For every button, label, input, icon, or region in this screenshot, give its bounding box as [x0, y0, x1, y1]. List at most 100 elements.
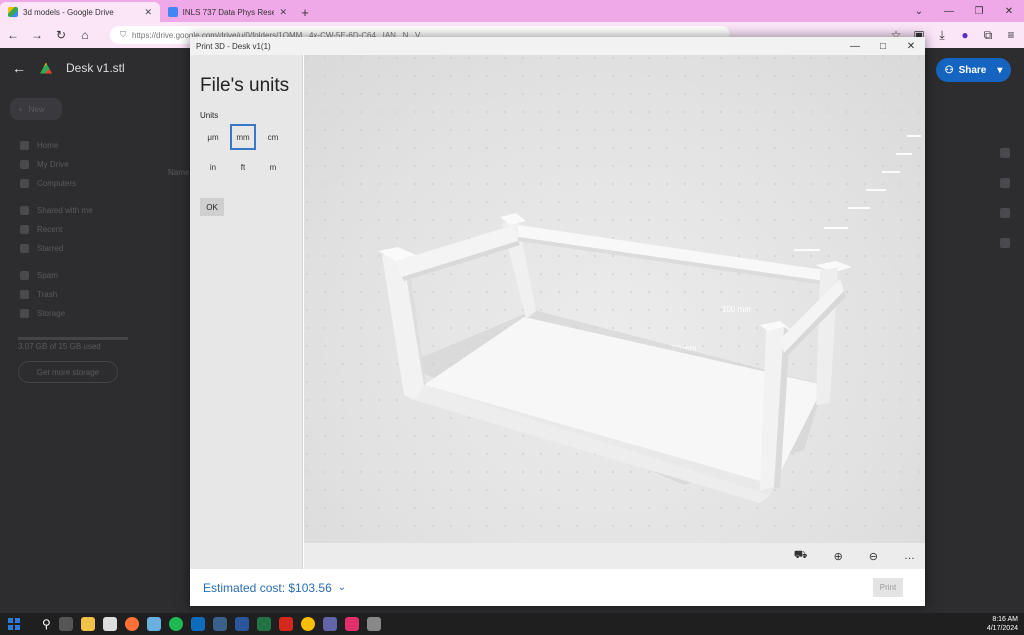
unit-selector: μm mm cm in ft m	[200, 124, 292, 180]
print3d-titlebar: Print 3D - Desk v1(1) — □ ✕	[190, 37, 925, 55]
home-icon[interactable]: ⌂	[78, 28, 92, 42]
task-view-icon[interactable]	[58, 617, 73, 631]
chrome-icon[interactable]	[300, 617, 315, 631]
menu-icon[interactable]: ≡	[1004, 28, 1018, 42]
nav-item-computers[interactable]: Computers	[10, 174, 160, 193]
browser-tabbar: 3d models - Google Drive ✕ INLS 737 Data…	[0, 0, 1024, 22]
tab-list-icon[interactable]: ⌄	[904, 6, 934, 17]
acrobat-icon[interactable]	[278, 617, 293, 631]
get-more-storage-button[interactable]: Get more storage	[18, 361, 118, 383]
nav-item-label: Spam	[37, 271, 58, 280]
clock-icon	[20, 225, 29, 234]
close-icon[interactable]: ✕	[897, 41, 925, 52]
storage-bar	[18, 337, 128, 340]
share-button[interactable]: ⚇ Share ▾	[936, 58, 1011, 82]
close-window-icon[interactable]: ✕	[994, 6, 1024, 17]
spotify-icon[interactable]	[168, 617, 183, 631]
teams-icon[interactable]	[322, 617, 337, 631]
ok-button[interactable]: OK	[200, 198, 224, 216]
tasks-icon[interactable]	[1000, 208, 1010, 218]
new-button[interactable]: + New	[10, 98, 62, 120]
minimize-icon[interactable]: —	[841, 41, 869, 52]
forward-icon[interactable]: →	[30, 28, 44, 42]
windows-start-icon[interactable]	[8, 618, 20, 630]
word-icon[interactable]	[234, 617, 249, 631]
excel-icon[interactable]	[256, 617, 271, 631]
more-options-icon[interactable]: …	[904, 550, 915, 562]
new-label: New	[28, 104, 45, 114]
drive-logo-icon	[40, 62, 52, 74]
print3d-taskbar-icon[interactable]	[366, 617, 381, 631]
nav-item-recent[interactable]: Recent	[10, 220, 160, 239]
extension-icon[interactable]: ●	[958, 28, 972, 42]
side-panel-rail	[1000, 148, 1020, 248]
unit-millimeter-button[interactable]: mm	[230, 124, 256, 150]
estimated-cost-dropdown[interactable]: Estimated cost: $103.56 ⌄	[203, 581, 346, 595]
instagram-icon[interactable]	[344, 617, 359, 631]
nav-item-home[interactable]: Home	[10, 136, 160, 155]
plus-icon: +	[18, 104, 23, 114]
download-icon[interactable]: ⤓	[935, 28, 949, 42]
chevron-down-icon: ▾	[997, 64, 1003, 76]
unit-foot-button[interactable]: ft	[230, 154, 256, 180]
reload-icon[interactable]: ↻	[54, 28, 68, 42]
store-icon[interactable]	[102, 617, 117, 631]
google-drive-icon	[8, 7, 18, 17]
photos-icon[interactable]	[146, 617, 161, 631]
view-reset-icon[interactable]: ⛟	[794, 549, 808, 563]
unit-meter-button[interactable]: m	[260, 154, 286, 180]
file-explorer-icon[interactable]	[80, 617, 95, 631]
close-tab-icon[interactable]: ✕	[279, 7, 287, 18]
back-icon[interactable]: ←	[6, 28, 20, 42]
nav-item-spam[interactable]: Spam	[10, 266, 160, 285]
name-column-header: Name	[168, 168, 190, 177]
add-person-icon: ⚇	[944, 64, 954, 76]
3d-viewport[interactable]: 100 mm 50 mm	[304, 55, 925, 543]
print3d-window-controls: — □ ✕	[841, 41, 925, 52]
viewport-toolbar: ⛟ ⊕ ⊖ …	[304, 543, 925, 569]
document-icon	[168, 7, 178, 17]
tab-inls-737[interactable]: INLS 737 Data Phys Research Gr ✕	[160, 2, 295, 22]
nav-item-label: Computers	[37, 179, 77, 188]
minimize-icon[interactable]: —	[934, 6, 964, 17]
nav-item-storage[interactable]: Storage	[10, 304, 160, 323]
panel-heading: File's units	[200, 75, 290, 96]
spam-icon	[20, 271, 29, 280]
firefox-icon[interactable]	[124, 617, 139, 631]
window-title: Print 3D - Desk v1(1)	[196, 41, 271, 51]
nav-item-trash[interactable]: Trash	[10, 285, 160, 304]
file-title: Desk v1.stl	[66, 61, 125, 75]
tab-label: INLS 737 Data Phys Research Gr	[182, 7, 275, 17]
maximize-icon[interactable]: □	[869, 41, 897, 52]
outlook-icon[interactable]	[190, 617, 205, 631]
tab-label: 3d models - Google Drive	[23, 7, 114, 17]
app-icon[interactable]	[212, 617, 227, 631]
unit-centimeter-button[interactable]: cm	[260, 124, 286, 150]
zoom-in-icon[interactable]: ⊕	[834, 550, 843, 563]
unit-micrometer-button[interactable]: μm	[200, 124, 226, 150]
bottom-bar: Estimated cost: $103.56 ⌄ Print	[190, 569, 925, 606]
puzzle-icon[interactable]: ⧉	[981, 28, 995, 42]
contacts-icon[interactable]	[1000, 238, 1010, 248]
computer-icon	[20, 179, 29, 188]
unit-inch-button[interactable]: in	[200, 154, 226, 180]
nav-item-starred[interactable]: Starred	[10, 239, 160, 258]
print-button[interactable]: Print	[873, 578, 903, 597]
new-tab-button[interactable]: +	[295, 2, 315, 22]
restore-icon[interactable]: ❐	[964, 6, 994, 17]
nav-item-my-drive[interactable]: My Drive	[10, 155, 160, 174]
zoom-out-icon[interactable]: ⊖	[869, 550, 878, 563]
people-icon	[20, 206, 29, 215]
keep-icon[interactable]	[1000, 178, 1010, 188]
print3d-window: Print 3D - Desk v1(1) — □ ✕ File's units…	[190, 37, 925, 606]
nav-item-shared[interactable]: Shared with me	[10, 201, 160, 220]
close-tab-icon[interactable]: ✕	[144, 7, 152, 18]
system-clock[interactable]: 8:16 AM 4/17/2024	[987, 615, 1024, 633]
tab-google-drive[interactable]: 3d models - Google Drive ✕	[0, 2, 160, 22]
clock-date: 4/17/2024	[986, 625, 1018, 632]
back-arrow-icon[interactable]: ←	[12, 60, 26, 76]
share-label: Share	[958, 64, 987, 76]
nav-item-label: Starred	[37, 244, 64, 253]
search-icon[interactable]: ⚲	[42, 617, 51, 631]
calendar-icon[interactable]	[1000, 148, 1010, 158]
